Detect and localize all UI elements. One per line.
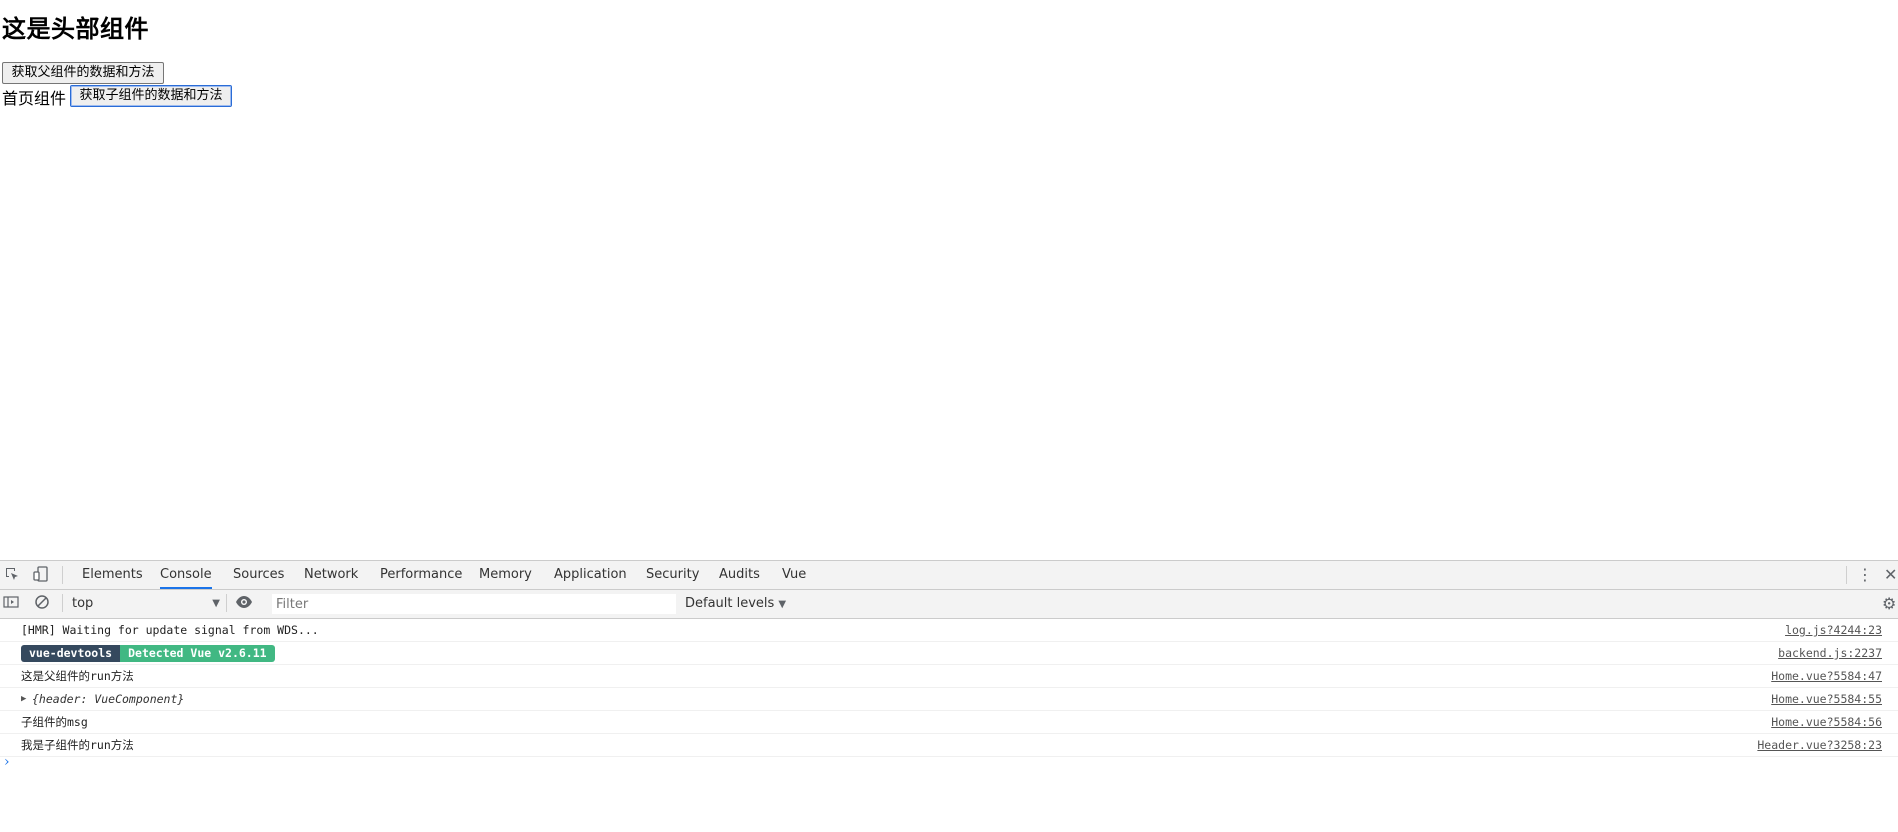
- page-content: 这是头部组件 获取父组件的数据和方法 首页组件 获取子组件的数据和方法: [0, 0, 1898, 560]
- device-toggle-icon[interactable]: [32, 566, 50, 584]
- home-component-label: 首页组件: [2, 89, 67, 108]
- console-log: [HMR] Waiting for update signal from WDS…: [0, 619, 1898, 832]
- source-link[interactable]: Home.vue?5584:56: [1771, 714, 1882, 730]
- console-message: vue-devtools Detected Vue v2.6.11: [21, 645, 275, 662]
- page-title: 这是头部组件: [2, 15, 149, 43]
- sidebar-toggle-icon[interactable]: [2, 594, 20, 612]
- console-toolbar: top ▼ Default levels▼: [0, 590, 1898, 619]
- gear-icon[interactable]: ⚙: [1882, 594, 1898, 614]
- tab-vue[interactable]: Vue: [782, 561, 806, 589]
- clear-console-icon[interactable]: [33, 594, 51, 612]
- vue-version-badge: Detected Vue v2.6.11: [120, 645, 275, 662]
- tab-performance[interactable]: Performance: [380, 561, 462, 589]
- source-link[interactable]: Home.vue?5584:47: [1771, 668, 1882, 684]
- filter-input[interactable]: [272, 594, 676, 614]
- tab-separator: [62, 566, 63, 584]
- devtools-tab-bar: Elements Console Sources Network Perform…: [0, 561, 1898, 590]
- tab-security[interactable]: Security: [646, 561, 699, 589]
- expand-triangle-icon[interactable]: ▶: [21, 691, 26, 707]
- get-child-data-button[interactable]: 获取子组件的数据和方法: [70, 85, 232, 107]
- tab-sources[interactable]: Sources: [233, 561, 284, 589]
- get-parent-data-button[interactable]: 获取父组件的数据和方法: [2, 62, 164, 84]
- context-select[interactable]: top ▼: [72, 594, 220, 614]
- console-row: vue-devtools Detected Vue v2.6.11 backend…: [0, 642, 1898, 665]
- inspect-icon[interactable]: [3, 566, 21, 584]
- console-message: 这是父组件的run方法: [21, 669, 134, 683]
- source-link[interactable]: Home.vue?5584:55: [1771, 691, 1882, 707]
- tab-console[interactable]: Console: [160, 561, 212, 589]
- console-prompt[interactable]: ›: [4, 754, 10, 770]
- tab-memory[interactable]: Memory: [479, 561, 532, 589]
- log-levels-select[interactable]: Default levels ▼: [685, 594, 786, 614]
- console-row: ▶ {header: VueComponent} Home.vue?5584:5…: [0, 688, 1898, 711]
- source-link[interactable]: log.js?4244:23: [1785, 622, 1882, 638]
- console-message: [HMR] Waiting for update signal from WDS…: [21, 623, 319, 637]
- chevron-down-icon: ▼: [778, 599, 787, 610]
- toolbar-separator: [226, 594, 227, 612]
- vue-devtools-badge: vue-devtools: [21, 645, 121, 662]
- source-link[interactable]: backend.js:2237: [1778, 645, 1882, 661]
- tab-application[interactable]: Application: [554, 561, 627, 589]
- tab-audits[interactable]: Audits: [719, 561, 760, 589]
- close-icon[interactable]: ✕: [1884, 565, 1898, 585]
- chevron-down-icon: ▼: [212, 598, 220, 609]
- devtools-panel: Elements Console Sources Network Perform…: [0, 560, 1898, 832]
- console-row: 子组件的msg Home.vue?5584:56: [0, 711, 1898, 734]
- console-row: 我是子组件的run方法 Header.vue?3258:23: [0, 734, 1898, 757]
- tab-network[interactable]: Network: [304, 561, 358, 589]
- console-message: 我是子组件的run方法: [21, 738, 134, 752]
- tab-separator: [1846, 566, 1847, 584]
- console-row: [HMR] Waiting for update signal from WDS…: [0, 619, 1898, 642]
- source-link[interactable]: Header.vue?3258:23: [1757, 737, 1882, 753]
- tab-elements[interactable]: Elements: [82, 561, 143, 589]
- live-expression-icon[interactable]: [235, 594, 253, 612]
- kebab-menu-icon[interactable]: ⋮: [1857, 565, 1873, 585]
- context-select-value: top: [72, 596, 94, 611]
- toolbar-separator: [62, 594, 63, 612]
- console-message: 子组件的msg: [21, 715, 88, 729]
- log-levels-label: Default levels: [685, 596, 775, 611]
- console-row: 这是父组件的run方法 Home.vue?5584:47: [0, 665, 1898, 688]
- console-object[interactable]: {header: VueComponent}: [32, 691, 184, 707]
